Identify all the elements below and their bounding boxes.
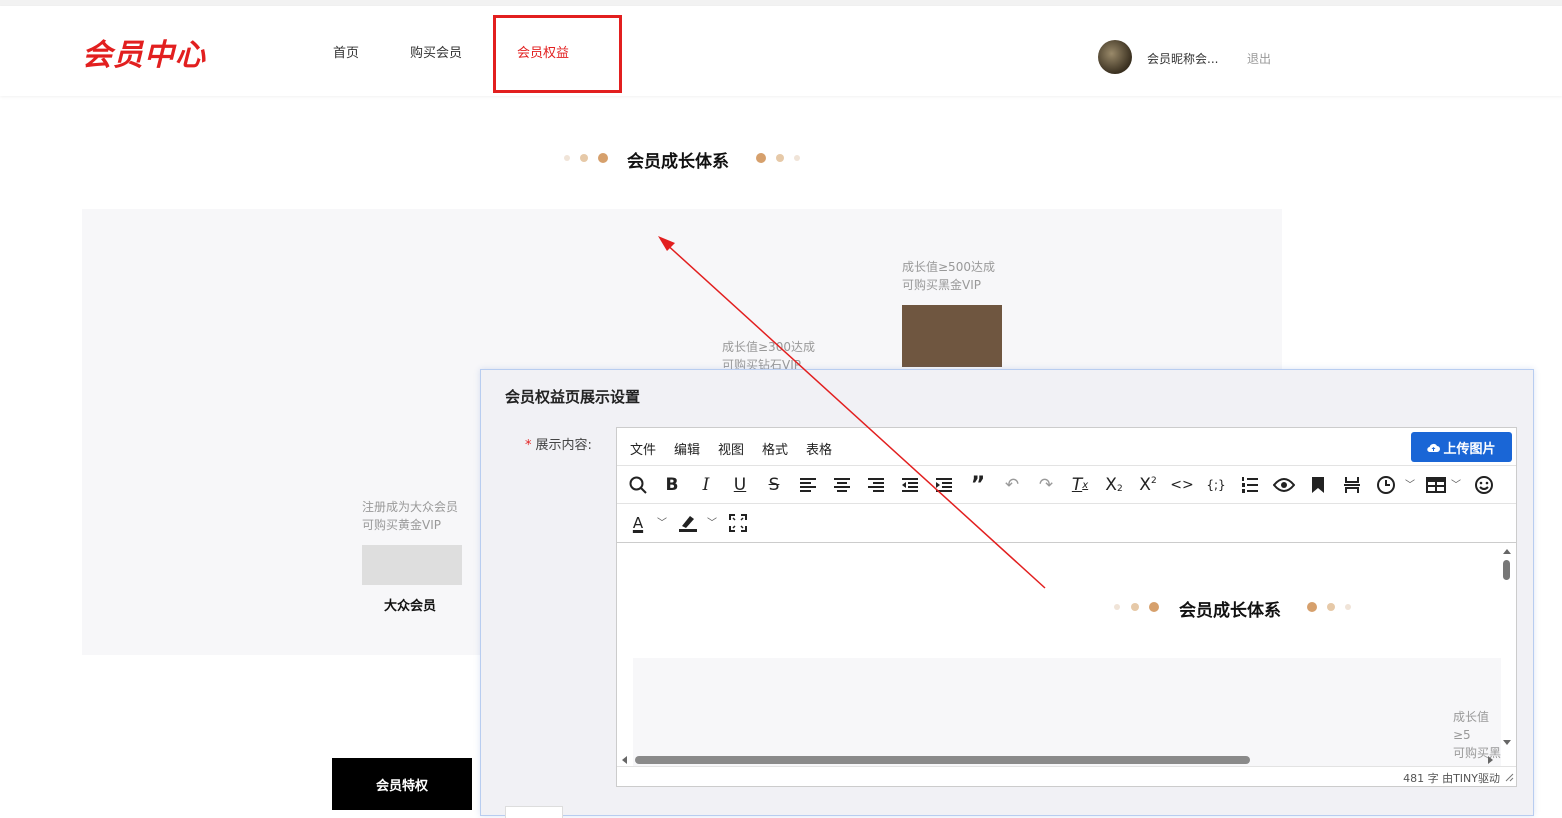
growth-system-title: 会员成长体系 bbox=[627, 152, 729, 172]
cloud-upload-icon bbox=[1427, 443, 1441, 452]
strikethrough-icon[interactable]: S bbox=[761, 472, 787, 498]
preview-icon[interactable] bbox=[1271, 472, 1297, 498]
editor-statusbar: 481 字 由TINY驱动 bbox=[617, 766, 1516, 786]
member-privilege-tab[interactable]: 会员特权 bbox=[332, 758, 472, 810]
undo-icon[interactable]: ↶ bbox=[999, 472, 1025, 498]
resize-handle-icon[interactable] bbox=[1505, 773, 1514, 782]
superscript-icon[interactable]: X2 bbox=[1135, 472, 1161, 498]
tier-bar-public bbox=[362, 545, 462, 585]
menu-table[interactable]: 表格 bbox=[806, 439, 832, 458]
preview-title-dot bbox=[1327, 603, 1335, 611]
preview-growth-title: 会员成长体系 bbox=[1179, 601, 1281, 621]
numbered-list-icon[interactable] bbox=[1237, 472, 1263, 498]
preview-title-dot bbox=[1345, 604, 1351, 610]
word-count-status: 481 字 由TINY驱动 bbox=[1403, 772, 1500, 785]
menu-file[interactable]: 文件 bbox=[630, 439, 656, 458]
search-icon[interactable] bbox=[625, 472, 651, 498]
site-header: 会员中心 首页 购买会员 会员权益 会员昵称会... 退出 bbox=[0, 6, 1562, 96]
upload-image-label: 上传图片 bbox=[1443, 441, 1496, 457]
editor-menubar: 文件 编辑 视图 格式 表格 上传图片 bbox=[617, 428, 1516, 466]
menu-view[interactable]: 视图 bbox=[718, 439, 744, 458]
dialog-footer-field[interactable] bbox=[505, 806, 563, 818]
horizontal-scrollbar[interactable] bbox=[617, 752, 1516, 766]
editor-toolbar-primary: B I U S ” ↶ ↷ Tx X2 X2 <> {;} ﹀ ﹀ bbox=[617, 466, 1516, 504]
site-logo[interactable]: 会员中心 bbox=[82, 30, 206, 74]
indent-icon[interactable] bbox=[931, 472, 957, 498]
emoji-icon[interactable] bbox=[1471, 472, 1497, 498]
tier-bar-black-gold bbox=[902, 305, 1002, 367]
clear-format-icon[interactable]: Tx bbox=[1067, 472, 1093, 498]
editor-toolbar-secondary: A ﹀ ﹀ bbox=[617, 504, 1516, 543]
align-center-icon[interactable] bbox=[829, 472, 855, 498]
rich-text-editor: 文件 编辑 视图 格式 表格 上传图片 B I U S ” ↶ ↷ Tx X 2… bbox=[616, 427, 1517, 787]
align-right-icon[interactable] bbox=[863, 472, 889, 498]
page-break-icon[interactable] bbox=[1339, 472, 1365, 498]
content-field-label-text: 展示内容: bbox=[535, 438, 592, 453]
underline-icon[interactable]: U bbox=[727, 472, 753, 498]
chevron-down-icon[interactable]: ﹀ bbox=[1405, 476, 1415, 491]
logout-link[interactable]: 退出 bbox=[1247, 50, 1271, 67]
preview-growth-panel: 成长值≥5 可购买黑 bbox=[633, 658, 1501, 766]
table-icon[interactable] bbox=[1423, 472, 1449, 498]
title-dot bbox=[756, 153, 766, 163]
preview-title-dot bbox=[1131, 603, 1139, 611]
title-dot bbox=[598, 153, 608, 163]
title-dot bbox=[564, 155, 570, 161]
vertical-scrollbar[interactable] bbox=[1500, 544, 1514, 750]
preview-title-dot bbox=[1149, 602, 1159, 612]
bookmark-icon[interactable] bbox=[1305, 472, 1331, 498]
upload-image-button[interactable]: 上传图片 bbox=[1411, 432, 1512, 462]
nav-buy-membership[interactable]: 购买会员 bbox=[410, 42, 462, 61]
menu-format[interactable]: 格式 bbox=[762, 439, 788, 458]
outdent-icon[interactable] bbox=[897, 472, 923, 498]
chevron-down-icon[interactable]: ﹀ bbox=[657, 514, 667, 529]
italic-icon[interactable]: I bbox=[693, 472, 719, 498]
nav-home[interactable]: 首页 bbox=[333, 42, 359, 61]
text-color-icon[interactable]: A bbox=[625, 510, 651, 536]
align-left-icon[interactable] bbox=[795, 472, 821, 498]
highlight-icon[interactable] bbox=[675, 510, 701, 536]
content-field-label: * 展示内容: bbox=[525, 434, 592, 453]
code-sample-icon[interactable]: {;} bbox=[1203, 472, 1229, 498]
chevron-down-icon[interactable]: ﹀ bbox=[1451, 476, 1461, 491]
title-dot bbox=[580, 154, 588, 162]
title-dot bbox=[794, 155, 800, 161]
tier-desc-black-gold: 成长值≥500达成 可购买黑金VIP bbox=[902, 260, 995, 292]
clock-icon[interactable] bbox=[1373, 472, 1399, 498]
subscript-icon[interactable]: X2 bbox=[1101, 472, 1127, 498]
editor-content-area[interactable]: 会员成长体系 成长值≥5 可购买黑 bbox=[617, 544, 1516, 766]
required-mark: * bbox=[525, 438, 532, 453]
preview-title-dot bbox=[1114, 604, 1120, 610]
code-icon[interactable]: <> bbox=[1169, 472, 1195, 498]
redo-icon[interactable]: ↷ bbox=[1033, 472, 1059, 498]
dialog-title: 会员权益页展示设置 bbox=[505, 388, 641, 406]
tier-name-public: 大众会员 bbox=[384, 599, 437, 614]
fullscreen-icon[interactable] bbox=[725, 510, 751, 536]
bold-icon[interactable]: B bbox=[659, 472, 685, 498]
user-avatar[interactable] bbox=[1098, 40, 1132, 74]
user-nickname[interactable]: 会员昵称会... bbox=[1147, 50, 1218, 67]
tier-desc-public: 注册成为大众会员 可购买黄金VIP bbox=[362, 500, 459, 532]
menu-edit[interactable]: 编辑 bbox=[674, 439, 700, 458]
chevron-down-icon[interactable]: ﹀ bbox=[707, 514, 717, 529]
title-dot bbox=[776, 154, 784, 162]
annotation-highlight-box bbox=[493, 15, 622, 93]
blockquote-icon[interactable]: ” bbox=[965, 472, 991, 498]
preview-title-dot bbox=[1307, 602, 1317, 612]
settings-dialog: 会员权益页展示设置 * 展示内容: 文件 编辑 视图 格式 表格 上传图片 B I… bbox=[480, 369, 1534, 818]
